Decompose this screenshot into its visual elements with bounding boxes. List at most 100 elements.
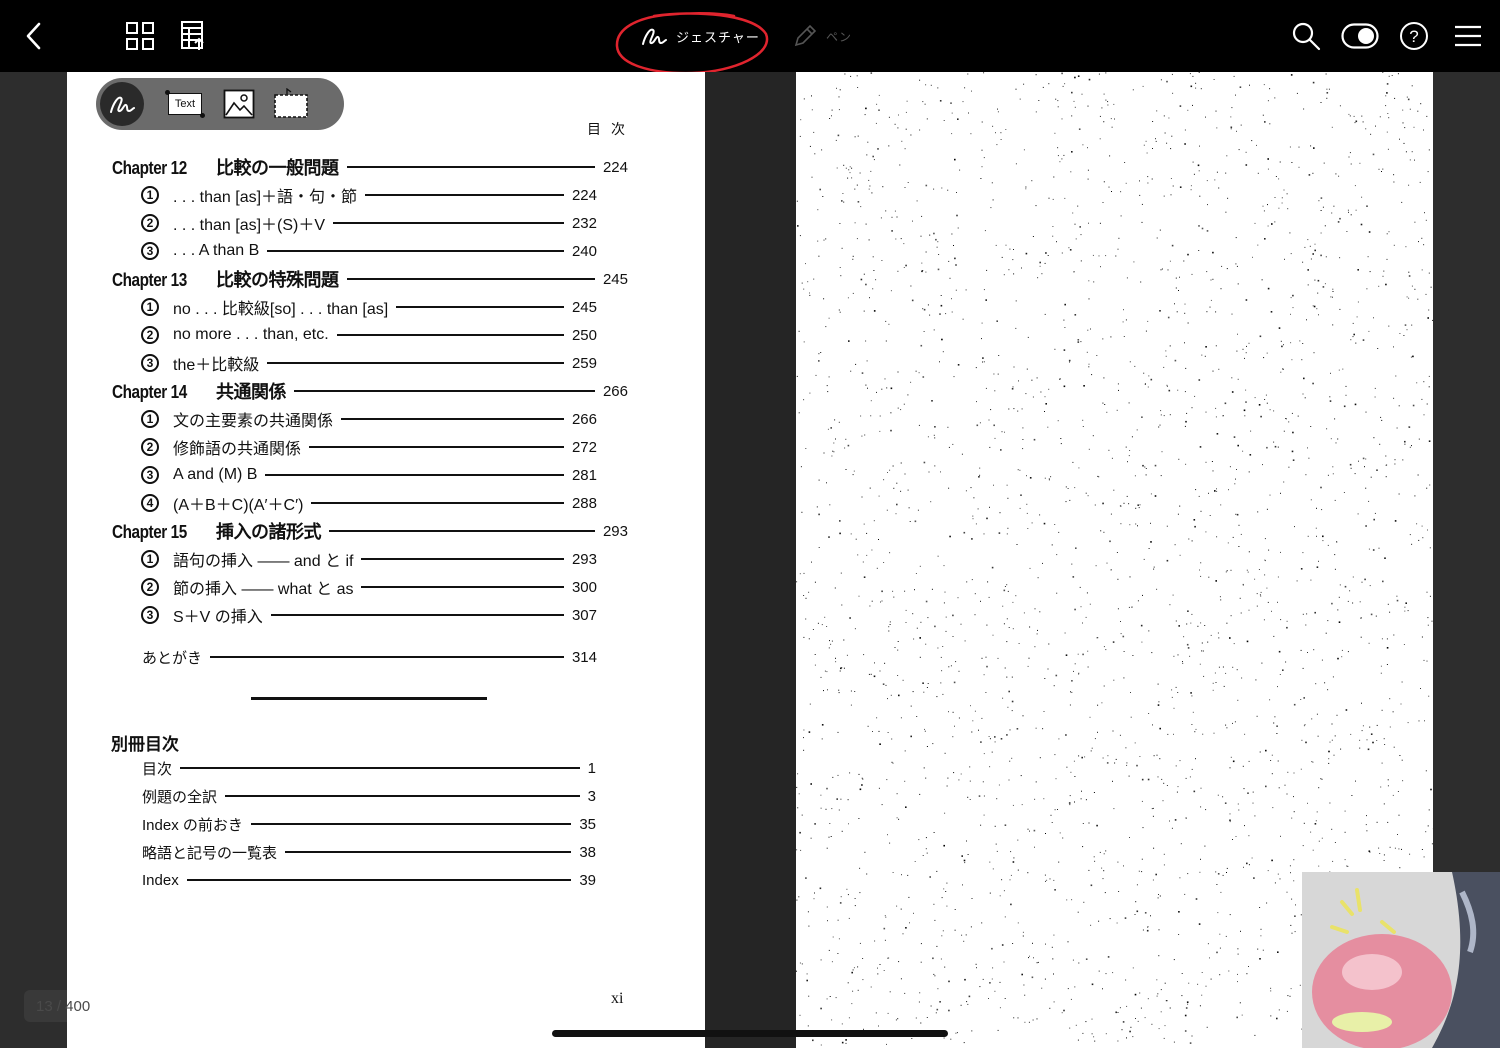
leader-line [267,362,564,364]
toc-item-row[interactable]: 2 節の挿入 ―― what と as 300 [141,575,597,599]
grid-view-icon [126,22,154,50]
grid-view-button[interactable] [118,14,162,58]
pen-mode-button[interactable]: ペン [792,20,852,52]
display-toggle-button[interactable] [1338,14,1382,58]
supplement-item-title: 例題の全訳 [142,788,218,806]
gesture-icon [642,28,667,45]
page-number: 232 [571,214,597,232]
toc-item-row[interactable]: 3 A and (M) B 281 [141,463,597,487]
image-tool-button[interactable] [220,88,258,120]
selection-tool-button[interactable] [272,88,310,120]
page-number: 245 [571,298,597,316]
leader-line [180,767,580,769]
toc-item-row[interactable]: 2 修飾語の共通関係 272 [141,435,597,459]
toc-item-row[interactable]: 4 (A＋B＋C)(A′＋C′) 288 [141,491,597,515]
circled-number: 1 [141,186,159,204]
page-number: 266 [602,382,628,400]
gesture-icon [110,96,135,113]
toc-chapter-row[interactable]: Chapter 13 比較の特殊問題 245 [112,267,628,291]
page-number: 288 [571,494,597,512]
toc-item-row[interactable]: 2 no more . . . than, etc. 250 [141,323,597,347]
text-tool-button[interactable]: Text [165,88,205,120]
page-number: 38 [579,843,596,861]
chapter-name: 共通関係 [216,382,287,402]
export-button[interactable] [171,14,215,58]
gesture-mode-button[interactable]: ジェスチャー [640,20,760,52]
toc-chapter-row[interactable]: Chapter 14 共通関係 266 [112,379,628,403]
toc-item-row[interactable]: 1 語句の挿入 ―― and と if 293 [141,547,597,571]
top-toolbar: ジェスチャー ペン ? [0,0,1500,75]
item-title: S＋V の挿入 [173,609,263,626]
supplement-toc-row[interactable]: 略語と記号の一覧表 38 [142,840,596,864]
chapter-title: Chapter 12 比較の一般問題 [112,154,339,180]
search-button[interactable] [1284,14,1328,58]
page-number: 250 [571,326,597,344]
toc-item-row[interactable]: 1 no . . . 比較級[so] . . . than [as] 245 [141,295,597,319]
page-number: 35 [579,815,596,833]
leader-line [267,250,564,252]
item-title: 文の主要素の共通関係 [173,413,334,430]
supplement-item-title: 略語と記号の一覧表 [142,844,278,862]
help-button[interactable]: ? [1392,14,1436,58]
help-icon: ? [1400,22,1428,50]
page-number: 314 [571,648,597,666]
leader-line [346,166,595,168]
toc-item-row[interactable]: 3 the＋比較級 259 [141,351,597,375]
supplement-toc-title: 別冊目次 [111,735,179,755]
page-number: 240 [571,242,597,260]
menu-button[interactable] [1446,14,1490,58]
leader-line [361,558,564,560]
item-title: 節の挿入 ―― what と as [173,581,354,598]
chapter-title: Chapter 13 比較の特殊問題 [112,266,339,292]
dashed-rectangle-icon [274,88,308,118]
tool-palette: Text [96,78,344,130]
item-title: no more . . . than, etc. [173,326,329,343]
leader-line [396,306,564,308]
text-tool-label: Text [174,98,196,110]
circled-number: 1 [141,410,159,428]
chapter-number: Chapter 12 [112,158,187,178]
supplement-toc-row[interactable]: Index 39 [142,868,596,892]
page-number: 39 [579,871,596,889]
circled-number: 3 [141,606,159,624]
toc-item-row[interactable]: 3 . . . A than B 240 [141,239,597,263]
toc-item-row[interactable]: 3 S＋V の挿入 307 [141,603,597,627]
page-folio: xi [611,990,624,1007]
chapter-title: Chapter 14 共通関係 [112,378,287,404]
home-indicator [552,1030,948,1037]
circled-number: 3 [141,466,159,484]
chapter-name: 挿入の諸形式 [216,522,322,542]
toc-chapter-row[interactable]: Chapter 12 比較の一般問題 224 [112,155,628,179]
toc-chapter-row[interactable]: Chapter 15 挿入の諸形式 293 [112,519,628,543]
circled-number: 1 [141,298,159,316]
toc-item-row[interactable]: 1 . . . than [as]＋語・句・節 224 [141,183,597,207]
toc-afterword-row[interactable]: あとがき 314 [142,645,597,669]
text-box-icon: Text [165,90,205,118]
floating-thumbnail[interactable] [1302,872,1500,1048]
back-button[interactable] [12,14,56,58]
export-table-icon [181,21,204,50]
leader-line [333,222,564,224]
toc-item-row[interactable]: 1 文の主要素の共通関係 266 [141,407,597,431]
circled-number: 3 [141,354,159,372]
item-title: (A＋B＋C)(A′＋C′) [173,497,304,514]
item-title: no . . . 比較級[so] . . . than [as] [173,301,389,318]
leader-line [285,851,572,853]
page-number: 259 [571,354,597,372]
toc-item-row[interactable]: 2 . . . than [as]＋(S)＋V 232 [141,211,597,235]
supplement-item-title: 目次 [142,760,173,778]
leader-line [329,530,595,532]
leader-line [341,418,564,420]
circled-number: 4 [141,494,159,512]
gesture-tool-button[interactable] [100,82,144,126]
page-number: 293 [602,522,628,540]
image-icon [223,89,255,119]
supplement-toc-row[interactable]: 例題の全訳 3 [142,784,596,808]
supplement-toc-row[interactable]: Index の前おき 35 [142,812,596,836]
circled-number: 3 [141,242,159,260]
apple-illustration [1302,872,1500,1048]
page-number: 281 [571,466,597,484]
circled-number: 2 [141,326,159,344]
supplement-toc-row[interactable]: 目次 1 [142,756,596,780]
item-title: . . . than [as]＋(S)＋V [173,217,326,234]
